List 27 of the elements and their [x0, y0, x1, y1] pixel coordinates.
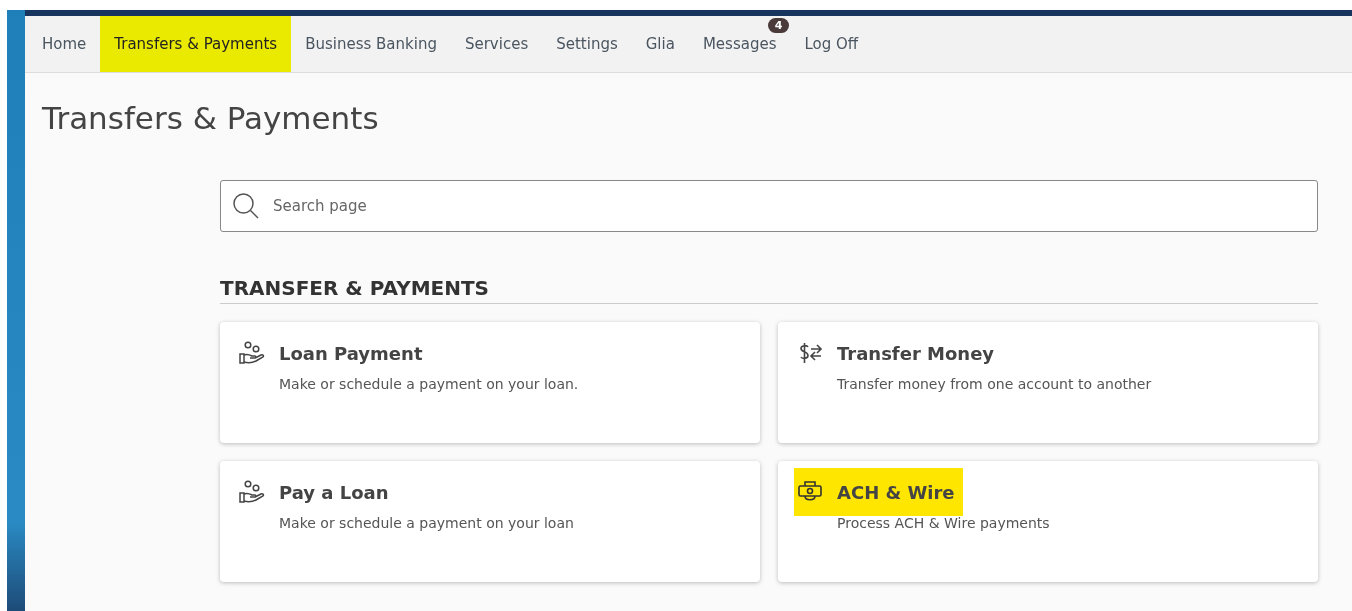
- card-description: Make or schedule a payment on your loan.: [279, 376, 579, 392]
- nav-tab[interactable]: Business Banking: [291, 16, 451, 72]
- option-card[interactable]: ACH & Wire Process ACH & Wire payments: [778, 461, 1318, 582]
- nav-tab[interactable]: Log Off: [790, 16, 873, 72]
- nav-tab[interactable]: Glia: [631, 16, 689, 72]
- hand-coins-icon: [239, 480, 265, 504]
- hand-coins-icon: [239, 341, 265, 365]
- card-heading: Transfer Money: [794, 338, 998, 368]
- nav-tab[interactable]: Settings: [542, 16, 632, 72]
- card-description: Transfer money from one account to another: [837, 376, 1152, 392]
- dollar-arrows-icon: [797, 341, 823, 365]
- nav-tab[interactable]: Home: [28, 16, 101, 72]
- nav-tab[interactable]: Services: [450, 16, 543, 72]
- count-badge: 4: [767, 18, 790, 33]
- nav-tab[interactable]: Transfers & Payments: [100, 16, 292, 72]
- search-field[interactable]: Search page: [220, 180, 1318, 232]
- card-heading: Loan Payment: [236, 338, 426, 368]
- card-heading: ACH & Wire: [794, 468, 963, 516]
- option-card[interactable]: Transfer Money Transfer money from one account to another: [778, 322, 1318, 443]
- option-card[interactable]: Loan Payment Make or schedule a payment on your loan.: [220, 322, 760, 443]
- page-title: Transfers & Payments: [42, 100, 380, 136]
- card-heading: Pay a Loan: [236, 477, 392, 507]
- card-description: Process ACH & Wire payments: [837, 515, 1050, 531]
- nav-tab[interactable]: Messages 4: [688, 16, 791, 72]
- card-description: Make or schedule a payment on your loan: [279, 515, 574, 531]
- option-card[interactable]: Pay a Loan Make or schedule a payment on your loan: [220, 461, 760, 582]
- section-heading: TRANSFER & PAYMENTS: [220, 276, 1318, 304]
